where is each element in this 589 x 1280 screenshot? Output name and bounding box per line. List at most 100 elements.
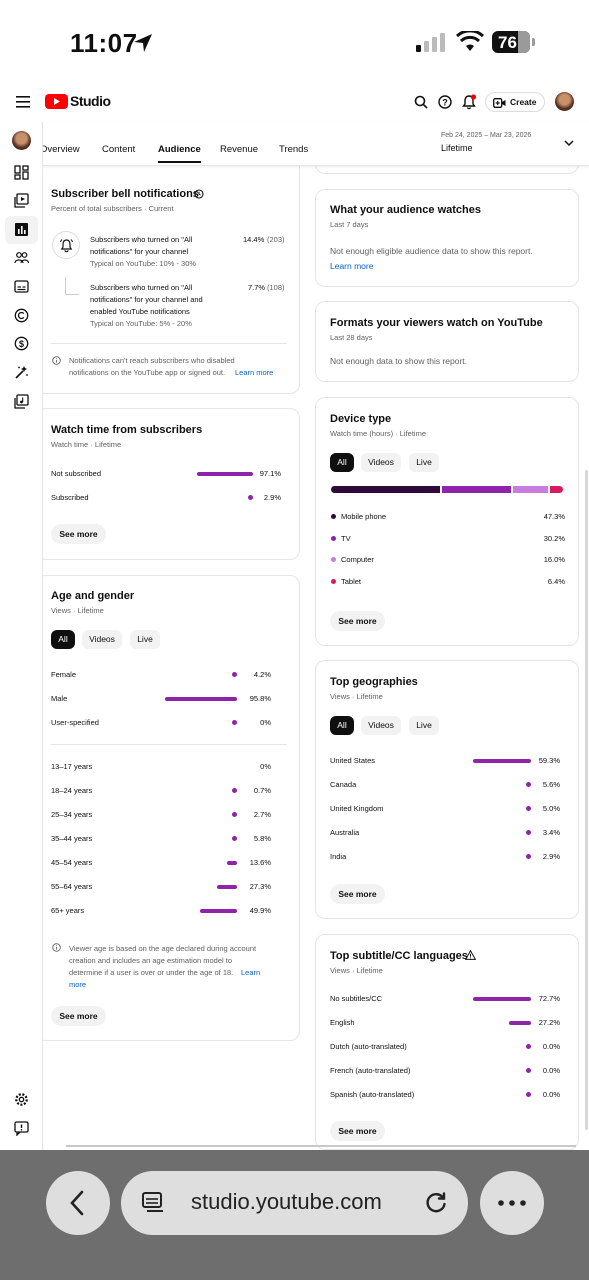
status-bar: 11:07 76 bbox=[0, 0, 589, 86]
row-bar-dot bbox=[248, 495, 253, 500]
card-title: Device type bbox=[330, 413, 392, 425]
menu-icon[interactable] bbox=[16, 96, 30, 108]
chip-videos[interactable]: Videos bbox=[361, 453, 401, 472]
device-stacked-bar bbox=[331, 486, 565, 494]
see-more-button[interactable]: See more bbox=[330, 1121, 385, 1141]
chip-all[interactable]: All bbox=[330, 453, 354, 472]
card-title: What your audience watches bbox=[330, 204, 481, 216]
battery-icon: 76 bbox=[492, 31, 530, 53]
send-feedback-icon[interactable] bbox=[14, 1121, 29, 1136]
audience-tabs-bar: Overview Content Audience Revenue Trends… bbox=[40, 122, 589, 166]
row-bar-dot bbox=[232, 836, 237, 841]
address-bar[interactable]: studio.youtube.com bbox=[121, 1171, 468, 1235]
see-more-button[interactable]: See more bbox=[330, 884, 385, 904]
see-more-button[interactable]: See more bbox=[51, 524, 106, 544]
row-label: 65+ years bbox=[51, 906, 85, 915]
tab-content[interactable]: Content bbox=[102, 144, 135, 155]
chip-all[interactable]: All bbox=[330, 716, 354, 735]
bell-row-1-line-1: Subscribers who turned on "All bbox=[90, 235, 193, 244]
row-bar bbox=[200, 908, 237, 913]
status-time: 11:07 bbox=[70, 28, 138, 58]
device-segment bbox=[550, 486, 563, 493]
create-button[interactable]: Create bbox=[485, 92, 545, 112]
customization-wand-icon[interactable] bbox=[14, 365, 29, 380]
see-more-button[interactable]: See more bbox=[51, 1006, 106, 1026]
account-avatar[interactable] bbox=[555, 92, 574, 111]
earn-icon[interactable]: $ bbox=[14, 336, 29, 351]
card-title: Top subtitle/CC languages bbox=[330, 950, 468, 962]
row-label: Subscribed bbox=[51, 493, 89, 502]
chip-live[interactable]: Live bbox=[130, 630, 160, 649]
device-segment bbox=[442, 486, 511, 493]
chip-videos[interactable]: Videos bbox=[361, 716, 401, 735]
row-percent: 95.8% bbox=[249, 694, 271, 703]
row-bar bbox=[473, 758, 531, 763]
row-label: No subtitles/CC bbox=[330, 994, 383, 1003]
analytics-icon[interactable] bbox=[14, 222, 29, 237]
battery-level: 76 bbox=[498, 33, 517, 52]
vertical-scrollbar[interactable] bbox=[585, 470, 588, 1130]
community-icon[interactable] bbox=[14, 250, 29, 265]
notifications-bell-icon[interactable] bbox=[462, 94, 477, 110]
row-percent: 49.9% bbox=[249, 906, 271, 915]
row-label: Spanish (auto-translated) bbox=[330, 1090, 415, 1099]
content-icon[interactable] bbox=[14, 193, 29, 208]
row-bar-dot bbox=[232, 812, 237, 817]
learn-more-link[interactable]: Learn more bbox=[330, 261, 373, 271]
back-button[interactable] bbox=[46, 1171, 110, 1235]
legend-dot bbox=[331, 578, 336, 584]
channel-avatar[interactable] bbox=[12, 131, 31, 150]
row-label: 18–24 years bbox=[51, 786, 93, 795]
svg-text:$: $ bbox=[19, 339, 24, 349]
copyright-icon[interactable] bbox=[14, 308, 29, 323]
row-label: 13–17 years bbox=[51, 762, 93, 771]
device-percent: 30.2% bbox=[543, 533, 565, 543]
wifi-icon bbox=[456, 31, 484, 51]
device-percent: 6.4% bbox=[547, 576, 565, 586]
tab-overview[interactable]: Overview bbox=[40, 144, 80, 155]
bell-row-1-count: (203) bbox=[267, 235, 285, 244]
device-segment bbox=[513, 486, 548, 493]
search-icon[interactable] bbox=[414, 95, 428, 109]
audio-library-icon[interactable] bbox=[14, 394, 29, 409]
age-more-link[interactable]: more bbox=[69, 980, 86, 989]
row-percent: 4.2% bbox=[253, 670, 271, 679]
create-label: Create bbox=[510, 97, 537, 107]
more-options-button[interactable] bbox=[480, 1171, 544, 1235]
date-range-selector[interactable]: Feb 24, 2025 – Mar 23, 2026 Lifetime bbox=[440, 130, 580, 158]
device-label: Computer bbox=[341, 555, 374, 564]
audience-watches-card: What your audience watches Last 7 days N… bbox=[315, 189, 579, 287]
empty-state-text: Not enough eligible audience data to sho… bbox=[330, 246, 533, 256]
tab-revenue[interactable]: Revenue bbox=[220, 144, 258, 155]
browser-toolbar: studio.youtube.com bbox=[0, 1150, 589, 1280]
tab-trends[interactable]: Trends bbox=[279, 144, 308, 155]
youtube-logo-icon[interactable] bbox=[45, 94, 68, 109]
chip-all[interactable]: All bbox=[51, 630, 75, 649]
studio-title: Studio bbox=[70, 93, 111, 109]
bell-icon-circle bbox=[52, 231, 80, 259]
help-icon[interactable]: ? bbox=[438, 95, 452, 109]
bell-row-2-line-2: notifications" for your channel and bbox=[90, 295, 203, 304]
settings-gear-icon[interactable] bbox=[14, 1092, 29, 1107]
row-label: United Kingdom bbox=[330, 804, 384, 813]
dashboard-icon[interactable] bbox=[14, 165, 29, 180]
see-more-button[interactable]: See more bbox=[330, 611, 385, 631]
chip-live[interactable]: Live bbox=[409, 453, 439, 472]
bell-learn-more-link[interactable]: Learn more bbox=[235, 368, 273, 377]
chip-videos[interactable]: Videos bbox=[82, 630, 122, 649]
warning-icon[interactable] bbox=[465, 950, 476, 960]
age-note-line-2: creation and includes an age estimation … bbox=[69, 956, 233, 965]
legend-dot bbox=[331, 514, 336, 519]
age-learn-link[interactable]: Learn bbox=[241, 968, 260, 977]
subtitles-icon[interactable] bbox=[14, 279, 29, 294]
horizontal-scrollbar[interactable] bbox=[66, 1145, 576, 1147]
row-bar-dot bbox=[232, 672, 237, 677]
tab-audience[interactable]: Audience bbox=[158, 144, 201, 163]
clock-icon[interactable] bbox=[194, 189, 204, 199]
row-percent: 0% bbox=[260, 762, 271, 771]
card-subtitle: Percent of total subscribers · Current bbox=[51, 204, 174, 213]
bell-row-1-pct: 14.4% bbox=[243, 235, 265, 244]
reload-icon[interactable] bbox=[423, 1190, 449, 1216]
chip-live[interactable]: Live bbox=[409, 716, 439, 735]
tabs-icon[interactable] bbox=[141, 1191, 165, 1215]
